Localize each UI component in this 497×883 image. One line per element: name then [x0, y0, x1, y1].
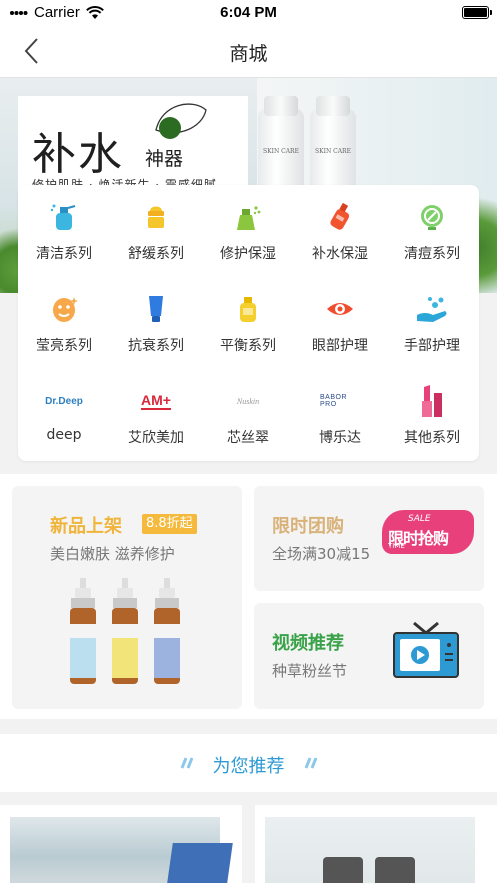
product-image	[10, 817, 233, 883]
recommend-title: 为您推荐	[212, 756, 285, 777]
product-jar	[375, 857, 415, 883]
category-label: 清痘系列	[404, 246, 460, 262]
category-item[interactable]: 平衡系列	[202, 277, 294, 369]
category-item[interactable]: 眼部护理	[294, 277, 386, 369]
product-image	[265, 817, 475, 883]
recommend-header: 为您推荐	[0, 734, 497, 792]
clock: 6:04 PM	[220, 4, 277, 21]
group-buy-subtitle: 全场满30减15	[272, 545, 371, 563]
category-label: 清洁系列	[36, 246, 92, 262]
logo-text: AM+	[141, 392, 171, 410]
tube-icon	[136, 291, 176, 327]
category-label: deep	[46, 427, 82, 443]
repair-spray-icon	[228, 199, 268, 235]
dr-deep-logo: Dr.Deep	[44, 383, 84, 419]
logo-text: BABOR PRO	[320, 394, 348, 408]
category-label: 其他系列	[404, 430, 460, 446]
quote-right-icon	[304, 757, 318, 769]
category-label: 眼部护理	[312, 338, 368, 354]
face-mask-icon	[44, 291, 84, 327]
video-title: 视频推荐	[272, 633, 344, 654]
product-card[interactable]	[0, 805, 242, 883]
leaf-logo	[155, 103, 207, 139]
category-label: 芯丝翠	[227, 430, 269, 446]
product-card[interactable]	[255, 805, 497, 883]
bottle-label: SKIN CARE	[263, 148, 299, 155]
new-arrivals-card[interactable]: 新品上架 8.8折起 美白嫩肤 滋养修护	[12, 486, 242, 709]
new-arrivals-subtitle: 美白嫩肤 滋养修护	[50, 545, 175, 563]
category-label: 抗衰系列	[128, 338, 184, 354]
bottle-cap	[316, 96, 350, 116]
battery-icon	[462, 6, 492, 19]
category-label: 补水保湿	[312, 246, 368, 262]
product-package	[167, 843, 233, 883]
am-plus-logo: AM+	[136, 383, 176, 419]
xinsicui-logo: Nuskin	[228, 383, 268, 419]
serum-bottles-image	[70, 578, 180, 684]
status-bar: Carrier 6:04 PM	[0, 0, 497, 26]
category-item[interactable]: 补水保湿	[294, 185, 386, 277]
group-buy-card[interactable]: 限时团购 全场满30减15 SALE 限时抢购 TIME	[254, 486, 484, 591]
category-label: 莹亮系列	[36, 338, 92, 354]
nav-bar: 商城	[0, 26, 497, 78]
group-buy-title: 限时团购	[272, 516, 344, 537]
bolada-logo: BABOR PRO	[320, 383, 360, 419]
category-label: 手部护理	[404, 338, 460, 354]
tv-play-icon	[393, 621, 459, 678]
category-item[interactable]: 其他系列	[386, 369, 478, 461]
promo-section: 新品上架 8.8折起 美白嫩肤 滋养修护 限时团购 全场满30减15 SALE …	[0, 474, 497, 719]
logo-text: Nuskin	[236, 396, 260, 406]
water-bottle-icon	[320, 199, 360, 235]
time-label: TIME	[388, 542, 405, 550]
category-item[interactable]: AM+ 艾欣美加	[110, 369, 202, 461]
product-jar	[323, 857, 363, 883]
balance-bottle-icon	[228, 291, 268, 327]
cream-jar-icon	[136, 199, 176, 235]
sale-label: SALE	[408, 514, 431, 524]
category-item[interactable]: Dr.Deep deep	[18, 369, 110, 461]
category-grid: 清洁系列 舒缓系列 修护保湿 补水保湿 清痘系列 莹亮系列 抗衰系列 平衡系列 …	[18, 185, 479, 461]
new-arrivals-title: 新品上架	[50, 516, 122, 537]
category-item[interactable]: 舒缓系列	[110, 185, 202, 277]
category-item[interactable]: 清洁系列	[18, 185, 110, 277]
category-label: 艾欣美加	[128, 430, 184, 446]
hand-bubble-icon	[412, 291, 452, 327]
category-label: 舒缓系列	[128, 246, 184, 262]
category-item[interactable]: 抗衰系列	[110, 277, 202, 369]
category-item[interactable]: 手部护理	[386, 277, 478, 369]
eye-icon	[320, 291, 360, 327]
banner-slogan-small: 神器	[145, 148, 184, 170]
acne-circle-icon	[412, 199, 452, 235]
category-item[interactable]: 清痘系列	[386, 185, 478, 277]
lipstick-icon	[412, 383, 452, 419]
category-item[interactable]: Nuskin 芯丝翠	[202, 369, 294, 461]
bottle-cap	[264, 96, 298, 116]
bottle-label: SKIN CARE	[315, 148, 351, 155]
flash-sale-badge: SALE 限时抢购 TIME	[382, 510, 474, 554]
category-label: 博乐达	[319, 430, 361, 446]
category-item[interactable]: 莹亮系列	[18, 277, 110, 369]
category-label: 修护保湿	[220, 246, 276, 262]
category-label: 平衡系列	[220, 338, 276, 354]
logo-text: Dr.Deep	[45, 395, 83, 407]
product-grid	[0, 805, 497, 883]
video-recommend-card[interactable]: 视频推荐 种草粉丝节	[254, 603, 484, 709]
category-item[interactable]: 修护保湿	[202, 185, 294, 277]
video-subtitle: 种草粉丝节	[272, 662, 348, 680]
banner-slogan-big: 补水	[32, 129, 124, 180]
page-title: 商城	[229, 43, 268, 65]
cleanser-spray-icon	[44, 199, 84, 235]
category-item[interactable]: BABOR PRO 博乐达	[294, 369, 386, 461]
discount-tag: 8.8折起	[142, 514, 197, 534]
